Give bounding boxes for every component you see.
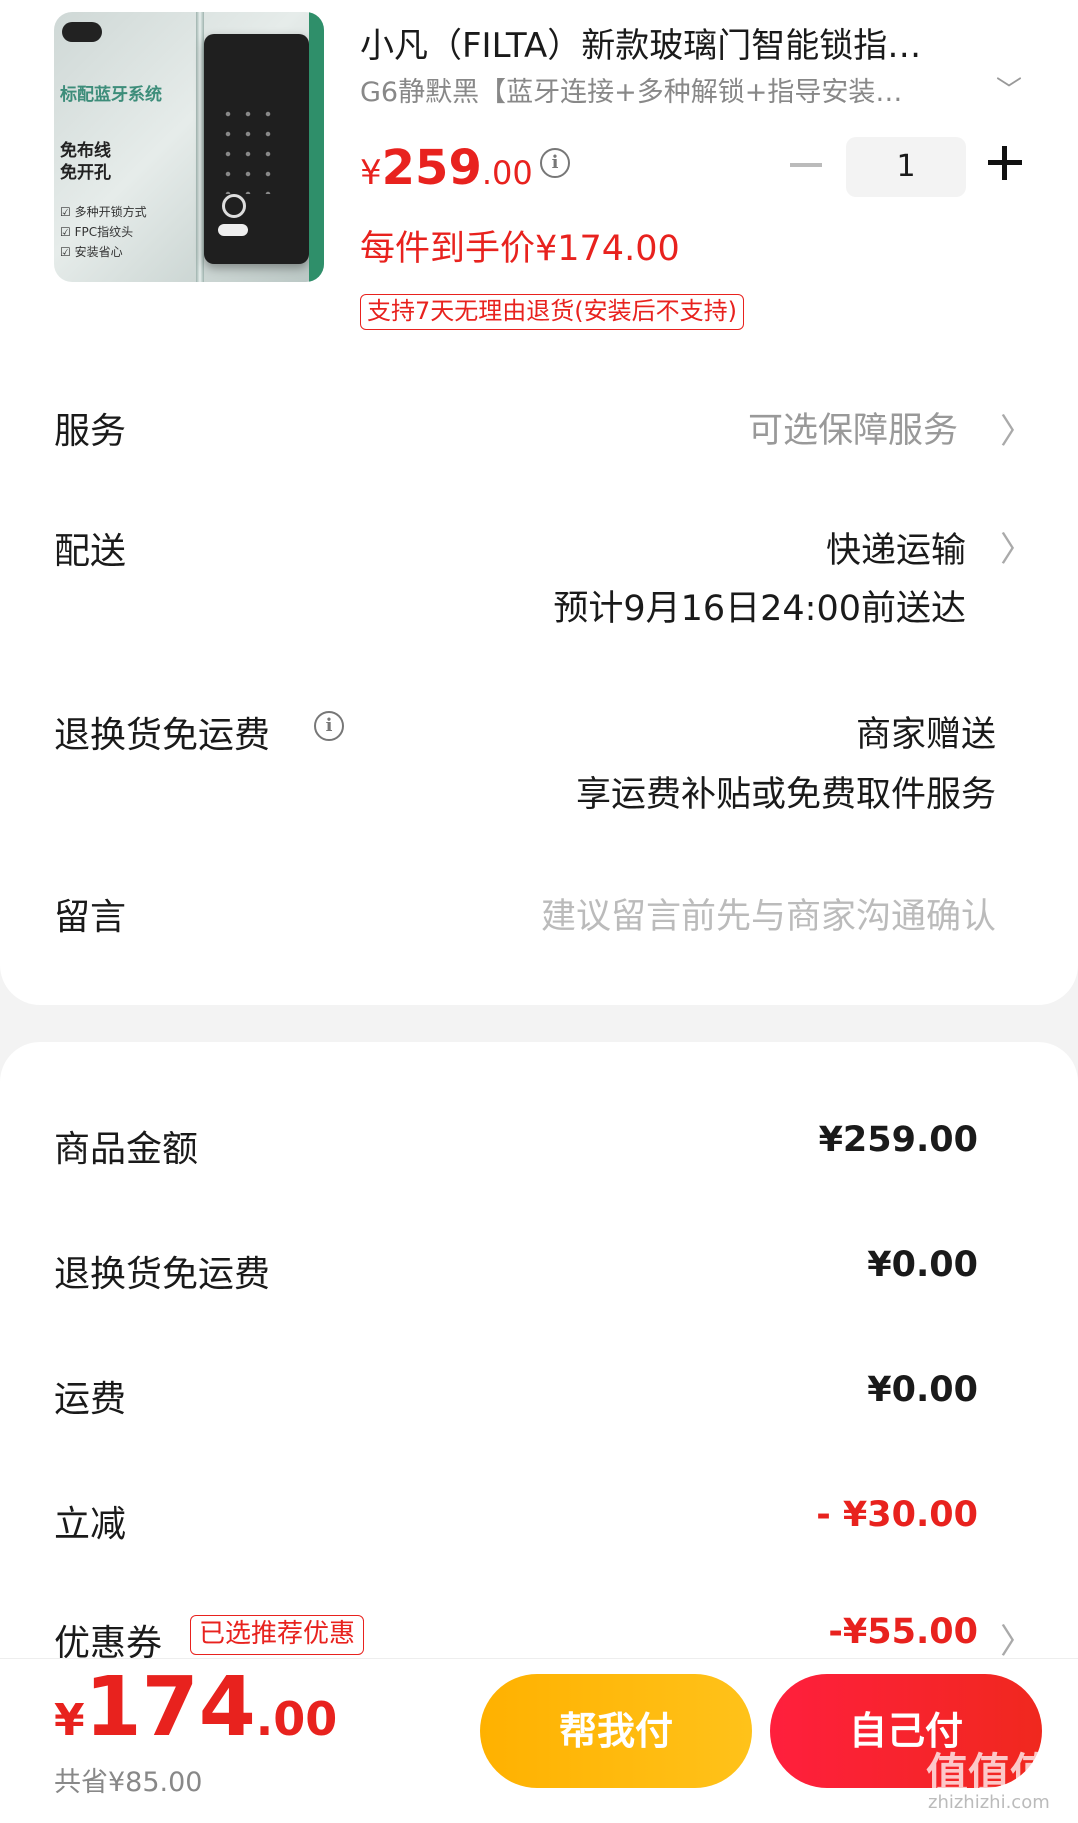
image-sub: 免布线 免开孔 (60, 141, 111, 183)
discount-value: - ¥30.00 (816, 1495, 978, 1535)
price-info-icon[interactable]: i (540, 148, 570, 178)
unit-price: ¥259.00 (360, 140, 533, 196)
image-headline: 标配蓝牙系统 (60, 85, 162, 105)
final-unit-price: 每件到手价¥174.00 (360, 229, 680, 269)
chevron-right-icon[interactable]: 〉 (1000, 404, 1034, 453)
goods-amount-label: 商品金额 (54, 1129, 199, 1170)
return-policy-badge: 支持7天无理由退货(安装后不支持) (360, 294, 744, 330)
discount-label: 立减 (54, 1504, 127, 1545)
goods-amount-value: ¥259.00 (818, 1120, 978, 1160)
chevron-down-icon[interactable]: ﹀ (996, 70, 1022, 107)
chevron-right-icon[interactable]: 〉 (1000, 522, 1034, 571)
return-freight-desc: 享运费补贴或免费取件服务 (575, 775, 996, 815)
message-label: 留言 (54, 897, 127, 938)
watermark-url: zhizhizhi.com (928, 1792, 1050, 1813)
help-pay-button[interactable]: 帮我付 (480, 1674, 752, 1788)
total-price: ¥174.00 (54, 1660, 338, 1755)
chevron-right-icon[interactable]: 〉 (1000, 1614, 1034, 1663)
delivery-eta: 预计9月16日24:00前送达 (553, 589, 966, 629)
return-freight-summary-value: ¥0.00 (867, 1245, 978, 1285)
coupon-tag[interactable]: 已选推荐优惠 (190, 1615, 365, 1655)
return-freight-info-icon[interactable]: i (314, 711, 344, 741)
delivery-label: 配送 (54, 531, 127, 572)
product-title[interactable]: 小凡（FILTA）新款玻璃门智能锁指… (360, 18, 921, 67)
return-freight-summary-label: 退换货免运费 (54, 1254, 271, 1295)
message-input[interactable]: 建议留言前先与商家沟通确认 (541, 888, 996, 939)
delivery-value[interactable]: 快递运输 (826, 522, 966, 573)
quantity-increase-button[interactable] (988, 146, 1022, 180)
coupon-value[interactable]: -¥55.00 (828, 1612, 978, 1652)
glass-edge (196, 12, 204, 282)
return-freight-label: 退换货免运费 (54, 715, 271, 756)
product-image[interactable]: 标配蓝牙系统 免布线 免开孔 ☑ 多种开锁方式 ☑ FPC指纹头 ☑ 安装省心 (54, 12, 324, 282)
service-label: 服务 (54, 411, 127, 452)
quantity-input[interactable]: 1 (846, 137, 966, 197)
saved-amount: 共省¥85.00 (54, 1767, 203, 1798)
return-freight-value: 商家赠送 (855, 715, 996, 755)
quantity-decrease-button[interactable] (790, 163, 822, 167)
shipping-value: ¥0.00 (867, 1370, 978, 1410)
shipping-label: 运费 (54, 1379, 127, 1420)
door-frame (309, 12, 324, 282)
product-variant[interactable]: G6静默黑【蓝牙连接+多种解锁+指导安装… (360, 70, 902, 109)
smart-lock-picture (204, 34, 309, 264)
brand-logo (62, 22, 102, 42)
image-features: ☑ 多种开锁方式 ☑ FPC指纹头 ☑ 安装省心 (60, 205, 147, 259)
service-value[interactable]: 可选保障服务 (748, 402, 958, 453)
